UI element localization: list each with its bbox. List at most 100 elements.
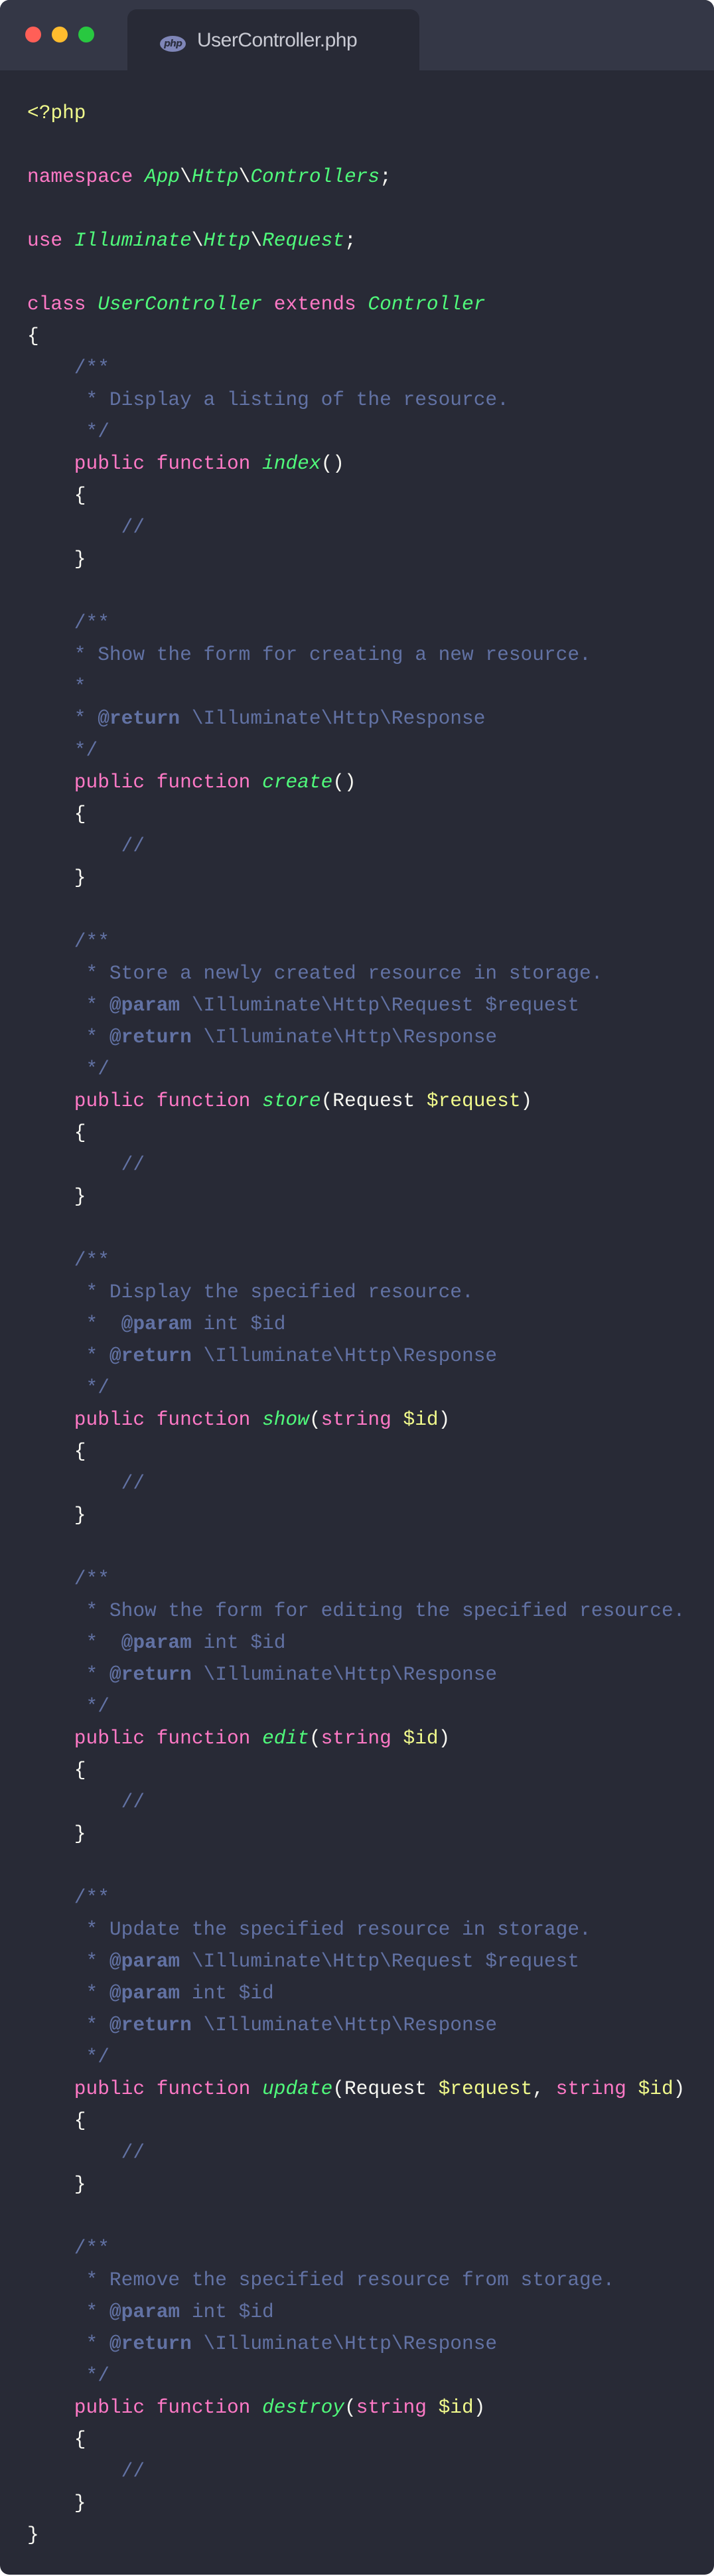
code-line: public function store(Request $request) [27,1085,685,1117]
comment: * [27,1982,109,2004]
comment: /** [27,1568,109,1590]
code-text: { [27,325,39,347]
code-text: ; [344,229,356,252]
comment: \Illuminate\Http\Response [191,1026,498,1048]
code-line: */ [27,2041,685,2073]
code-line: } [27,1180,685,1212]
variable: $id [403,1408,439,1431]
code-line: /** [27,607,685,639]
comment: */ [27,1058,109,1080]
keyword: string [321,1727,403,1749]
comment: */ [27,420,109,443]
doc-tag: @return [109,2014,192,2036]
code-editor[interactable]: <?php namespace App\Http\Controllers; use … [27,97,685,2551]
code-line: * @param int $id [27,1977,685,2009]
variable: $id [438,2396,474,2419]
doc-tag: @return [109,1344,192,1367]
comment: * Remove the specified resource from sto… [27,2269,615,2291]
keyword: public function [27,1727,263,1749]
keyword: string [555,2077,638,2100]
doc-tag: @param [121,1631,192,1654]
code-line: } [27,1818,685,1850]
code-line: } [27,862,685,894]
code-line: public function destroy(string $id) [27,2391,685,2423]
variable: $id [638,2077,674,2100]
keyword: string [321,1408,403,1431]
class-name: Controller [368,293,486,315]
code-line: */ [27,1372,685,1404]
code-text: { [27,2428,86,2451]
code-line: * @return \Illuminate\Http\Response [27,2328,685,2360]
code-line: */ [27,734,685,766]
minimize-window-button[interactable] [52,27,68,42]
code-line: * @param int $id [27,1308,685,1340]
function-name: create [262,771,333,793]
comment: /** [27,1249,109,1271]
comment: // [27,1472,145,1494]
class-name: App [145,165,180,188]
close-window-button[interactable] [25,27,41,42]
code-line: * Display a listing of the resource. [27,384,685,416]
function-name: update [262,2077,333,2100]
code-text: ) [473,2396,486,2419]
code-line: { [27,2105,685,2136]
comment: * [27,675,86,698]
keyword: public function [27,2396,263,2419]
comment: */ [27,1376,109,1399]
code-line: * @return \Illuminate\Http\Response [27,2009,685,2041]
comment: // [27,2460,145,2482]
maximize-window-button[interactable] [78,27,94,42]
comment: /** [27,1886,109,1909]
comment: * [27,2014,109,2036]
comment: * Update the specified resource in stora… [27,1918,591,1941]
code-line: public function edit(string $id) [27,1722,685,1754]
code-line: { [27,2423,685,2455]
code-line: * @param int $id [27,2296,685,2328]
code-line: public function show(string $id) [27,1404,685,1435]
comment: * Display a listing of the resource. [27,388,509,411]
code-text: () [332,771,356,793]
doc-tag: @return [109,1663,192,1686]
comment: * [27,1631,121,1654]
doc-tag: @return [109,1026,192,1048]
function-name: destroy [262,2396,344,2419]
code-text: ( [344,2396,356,2419]
file-tab[interactable]: php UserController.php [127,9,419,70]
function-name: index [262,452,321,475]
code-line: } [27,543,685,575]
code-line: { [27,320,685,352]
comment: * Display the specified resource. [27,1281,474,1303]
code-line: // [27,1467,685,1499]
comment: * [27,1663,109,1686]
code-line: * Update the specified resource in stora… [27,1913,685,1945]
keyword: class [27,293,98,315]
keyword: public function [27,1089,263,1112]
code-text: { [27,803,86,825]
code-line: { [27,479,685,511]
code-text: } [27,2173,86,2196]
code-line: */ [27,1690,685,1722]
code-text: ( [309,1408,321,1431]
comment: \Illuminate\Http\Request $request [180,994,580,1016]
comment: * [27,2300,109,2323]
comment: // [27,1791,145,1813]
comment: /** [27,930,109,953]
code-text: { [27,1121,86,1144]
doc-tag: @param [109,994,180,1016]
code-line: */ [27,416,685,447]
code-text: } [27,2492,86,2514]
doc-tag: @param [109,2300,180,2323]
code-text: { [27,484,86,507]
variable: $request [426,1089,521,1112]
variable: $id [403,1727,439,1749]
code-text: \ [180,165,192,188]
comment: // [27,2141,145,2164]
code-text: } [27,1822,86,1845]
code-line: * [27,671,685,702]
code-line: * @return \Illuminate\Http\Response [27,1658,685,1690]
code-text: \ [238,165,251,188]
